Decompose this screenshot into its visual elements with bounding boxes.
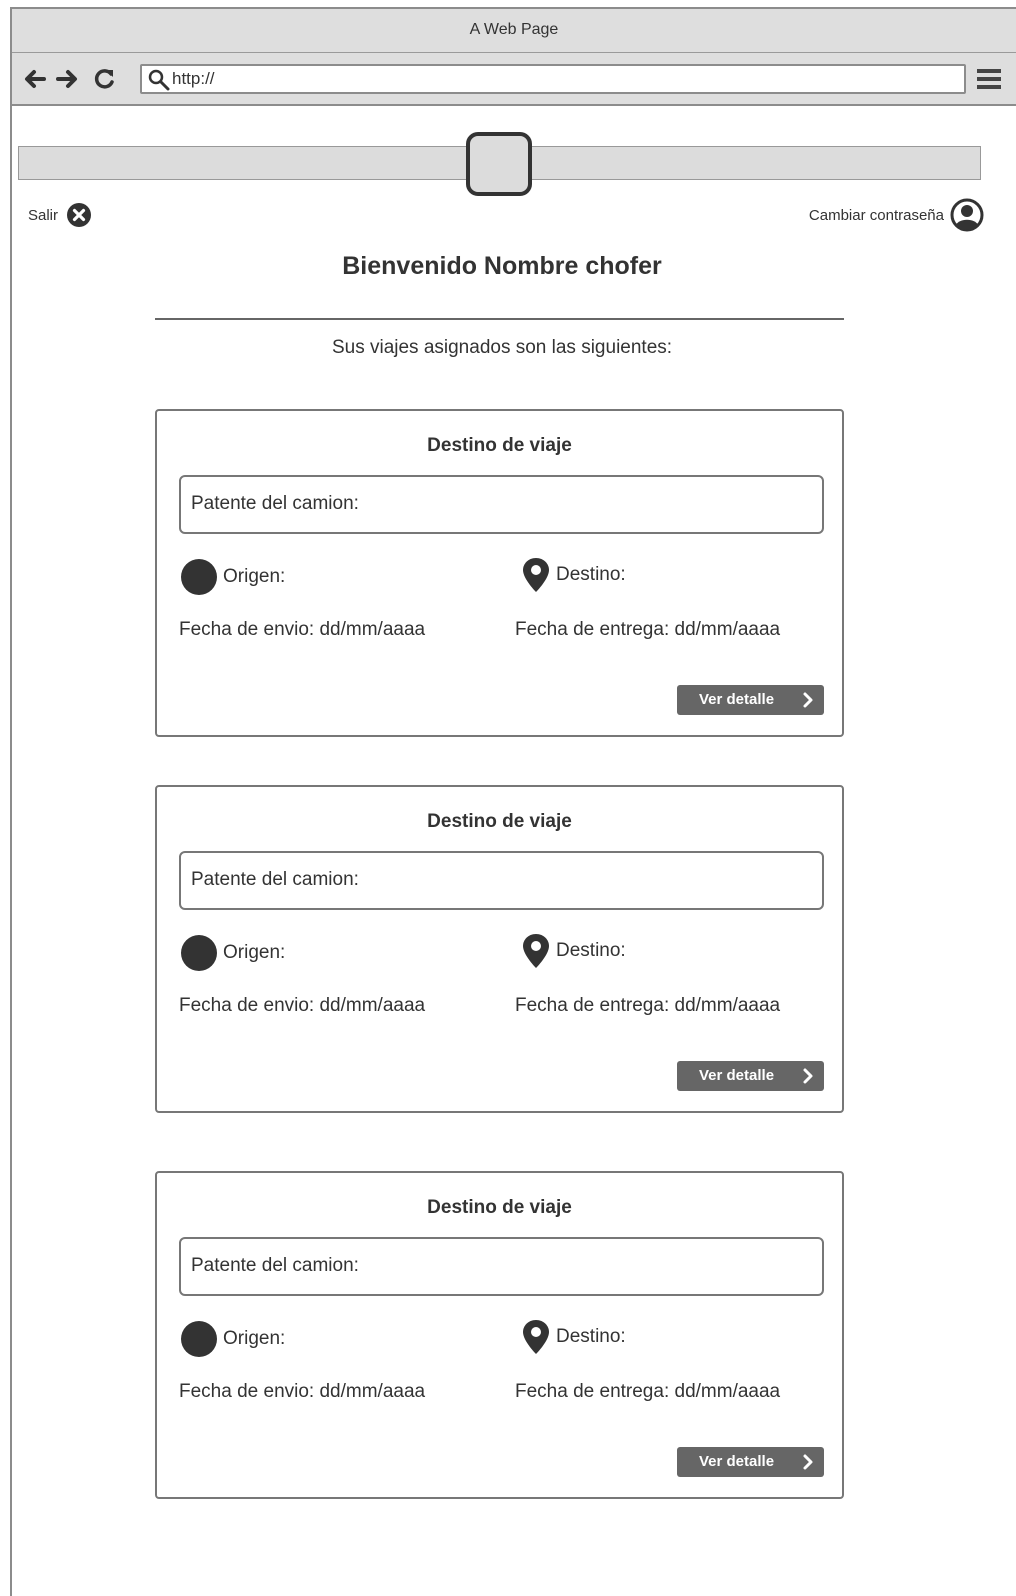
logout-link[interactable]: Salir — [28, 200, 92, 230]
truck-plate-field[interactable]: Patente del camion: — [179, 475, 824, 534]
destination-label: Destino: — [556, 940, 626, 961]
forward-button[interactable] — [54, 66, 80, 92]
trip-destination: Destino: — [522, 557, 626, 593]
window-titlebar: A Web Page — [12, 9, 1016, 53]
chevron-right-icon — [803, 1454, 813, 1470]
send-date: Fecha de envio: dd/mm/aaaa — [179, 995, 426, 1016]
origin-label: Origen: — [223, 942, 286, 963]
delivery-date: Fecha de entrega: dd/mm/aaaa — [515, 995, 781, 1016]
destination-label: Destino: — [556, 564, 626, 585]
logout-label: Salir — [28, 206, 59, 224]
chevron-right-icon — [803, 1068, 813, 1084]
change-password-link[interactable]: Cambiar contraseña — [809, 198, 984, 232]
view-detail-button[interactable]: Ver detalle — [677, 1061, 824, 1091]
browser-menu-button[interactable] — [976, 67, 1002, 91]
trip-card-title: Destino de viaje — [427, 435, 572, 456]
trip-origin: Origen: — [181, 559, 285, 595]
arrow-left-icon — [25, 70, 46, 88]
origin-label: Origen: — [223, 1328, 286, 1349]
trip-card-title: Destino de viaje — [427, 1197, 572, 1218]
slider-handle[interactable] — [466, 132, 532, 196]
close-circle-icon — [67, 203, 92, 227]
page-title: Bienvenido Nombre chofer — [342, 252, 662, 280]
view-detail-button[interactable]: Ver detalle — [677, 685, 824, 715]
delivery-date: Fecha de entrega: dd/mm/aaaa — [515, 1381, 781, 1402]
reload-button[interactable] — [92, 66, 118, 92]
address-bar[interactable] — [140, 64, 966, 94]
arrow-right-icon — [56, 70, 77, 88]
view-detail-button[interactable]: Ver detalle — [677, 1447, 824, 1477]
delivery-date: Fecha de entrega: dd/mm/aaaa — [515, 619, 781, 640]
view-detail-label: Ver detalle — [699, 1067, 775, 1084]
truck-plate-field[interactable]: Patente del camion: — [179, 851, 824, 910]
view-detail-label: Ver detalle — [699, 691, 775, 708]
url-input[interactable] — [172, 68, 952, 90]
trip-card: Destino de viaje Patente del camion: Ori… — [155, 409, 844, 737]
trip-card: Destino de viaje Patente del camion: Ori… — [155, 1171, 844, 1499]
origin-label: Origen: — [223, 566, 286, 587]
truck-plate-field[interactable]: Patente del camion: — [179, 1237, 824, 1296]
change-password-label: Cambiar contraseña — [808, 206, 944, 224]
map-pin-icon — [523, 1320, 549, 1354]
search-icon — [148, 69, 170, 91]
user-circle-icon — [950, 198, 984, 232]
view-detail-label: Ver detalle — [699, 1453, 775, 1470]
trip-origin: Origen: — [181, 1321, 285, 1357]
page-subtitle: Sus viajes asignados son las siguientes: — [331, 337, 673, 358]
chevron-right-icon — [803, 692, 813, 708]
hamburger-menu-icon — [977, 69, 1001, 89]
title-divider — [155, 318, 844, 320]
trip-destination: Destino: — [522, 1319, 626, 1355]
trip-origin: Origen: — [181, 935, 285, 971]
trip-destination: Destino: — [522, 933, 626, 969]
filled-circle-icon — [181, 935, 217, 971]
filled-circle-icon — [181, 1321, 217, 1357]
trip-card: Destino de viaje Patente del camion: Ori… — [155, 785, 844, 1113]
back-button[interactable] — [22, 66, 48, 92]
browser-toolbar — [12, 53, 1016, 106]
destination-label: Destino: — [556, 1326, 626, 1347]
send-date: Fecha de envio: dd/mm/aaaa — [179, 619, 426, 640]
map-pin-icon — [523, 558, 549, 592]
send-date: Fecha de envio: dd/mm/aaaa — [179, 1381, 426, 1402]
window-title: A Web Page — [469, 21, 559, 38]
filled-circle-icon — [181, 559, 217, 595]
map-pin-icon — [523, 934, 549, 968]
trip-card-title: Destino de viaje — [427, 811, 572, 832]
reload-icon — [94, 69, 114, 89]
